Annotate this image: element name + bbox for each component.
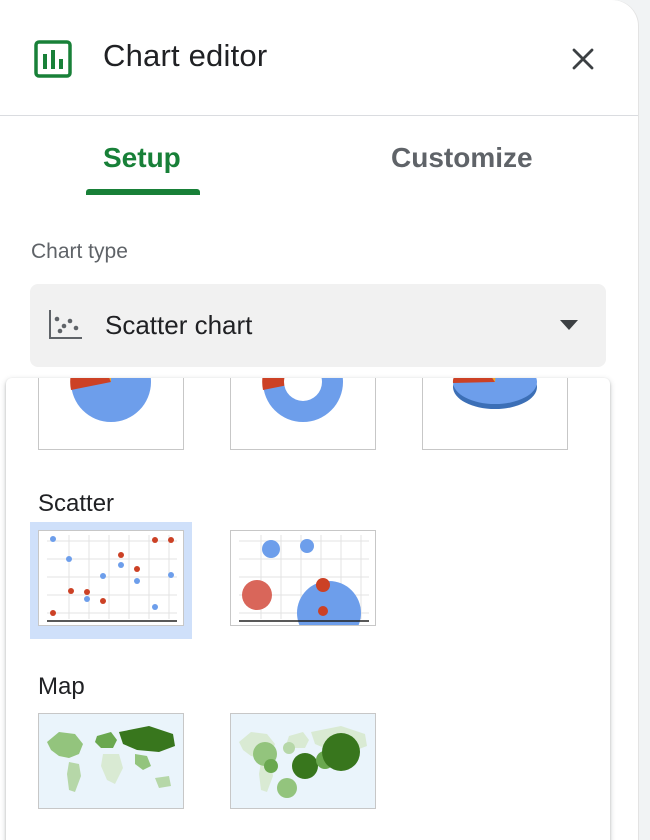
scatter-chart-thumbnail	[47, 535, 177, 622]
section-label-map: Map	[38, 673, 85, 700]
scatter-chart-option[interactable]	[38, 530, 184, 626]
page-title: Chart editor	[103, 38, 268, 73]
geo-markers-chart-option[interactable]	[230, 713, 376, 809]
section-label-scatter: Scatter	[38, 490, 115, 517]
doughnut-chart-icon	[262, 378, 343, 422]
chart-type-dropdown: Scatter Map	[6, 378, 610, 840]
dropdown-arrow-icon	[560, 320, 578, 330]
pie-chart-option[interactable]	[38, 378, 184, 450]
bubble-chart-option[interactable]	[230, 530, 376, 626]
3d-pie-chart-option[interactable]	[422, 378, 568, 450]
geo-chart-option[interactable]	[38, 713, 184, 809]
chart-type-select[interactable]: Scatter chart	[30, 284, 606, 367]
tab-setup[interactable]: Setup	[103, 142, 181, 174]
doughnut-chart-option[interactable]	[230, 378, 376, 450]
chart-editor-icon	[34, 40, 72, 78]
tab-customize[interactable]: Customize	[391, 142, 533, 174]
pie-chart-icon	[70, 378, 151, 422]
scatter-chart-icon	[49, 310, 82, 339]
chart-type-value: Scatter chart	[105, 310, 253, 340]
bubble-chart-thumbnail	[239, 535, 369, 625]
3d-pie-chart-icon	[452, 378, 537, 409]
chart-type-label: Chart type	[31, 240, 128, 263]
close-icon[interactable]	[566, 42, 600, 76]
active-tab-indicator	[86, 189, 200, 195]
chart-editor-panel: Chart editor Setup Customize Chart type …	[0, 0, 638, 840]
editor-header: Chart editor	[0, 0, 638, 116]
geo-markers-chart-thumbnail	[231, 714, 375, 808]
geo-chart-thumbnail	[39, 714, 183, 808]
